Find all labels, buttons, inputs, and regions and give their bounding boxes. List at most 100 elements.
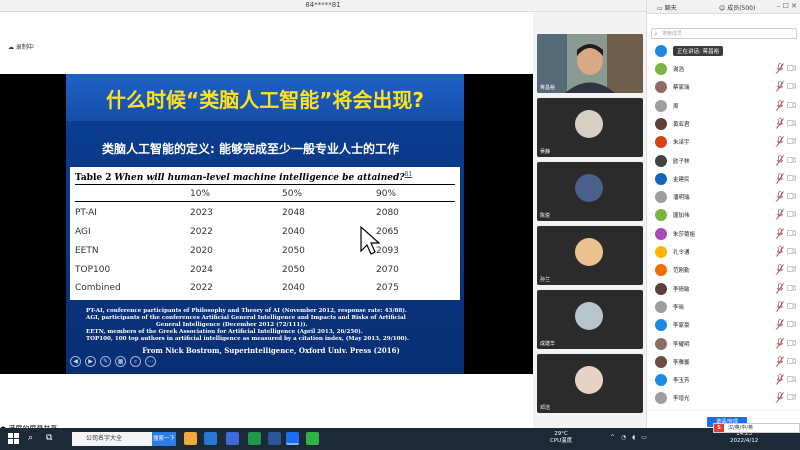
file-explorer-icon[interactable] [184, 432, 197, 445]
mic-muted-icon[interactable] [776, 355, 784, 367]
camera-off-icon[interactable] [787, 210, 796, 218]
member-row[interactable]: 金建民 [647, 170, 800, 188]
member-row[interactable]: 李家豪 [647, 316, 800, 334]
video-tile[interactable]: 成建华 [537, 290, 643, 349]
camera-off-icon[interactable] [787, 265, 796, 273]
mic-muted-icon[interactable] [776, 99, 784, 111]
camera-off-icon[interactable] [787, 247, 796, 255]
mic-muted-icon[interactable] [776, 246, 784, 257]
tray-chevron-icon[interactable]: ^ [610, 434, 617, 441]
tab-members[interactable]: ☺ 成员(500) [719, 3, 755, 12]
camera-off-icon[interactable] [787, 192, 796, 200]
camera-off-icon[interactable] [787, 174, 796, 182]
mic-muted-icon[interactable] [776, 191, 784, 202]
mic-muted-icon[interactable] [776, 172, 784, 184]
taskbar-search-button[interactable]: 搜索一下 [152, 432, 176, 446]
video-tile[interactable]: 吴静 [537, 98, 643, 157]
task-view-icon[interactable]: ⧉ [46, 433, 52, 443]
member-row[interactable]: 唐加伟 [647, 206, 800, 224]
member-row[interactable]: 孔令通 [647, 243, 800, 261]
member-row[interactable]: 周 [647, 97, 800, 115]
camera-off-icon[interactable] [787, 64, 796, 72]
mail-icon[interactable] [204, 432, 217, 445]
wechat-app-icon[interactable] [248, 432, 261, 445]
prev-slide-icon[interactable]: ◀ [70, 356, 81, 367]
sogou-ime-icon[interactable]: S [714, 424, 724, 432]
member-row[interactable]: 谢浩 [647, 60, 800, 78]
member-row[interactable]: 蔡家瑞 [647, 78, 800, 96]
member-row[interactable]: 黄亚君 [647, 115, 800, 133]
pen-icon[interactable]: ✎ [100, 356, 111, 367]
camera-off-icon[interactable] [787, 156, 796, 164]
camera-off-icon[interactable] [787, 82, 796, 90]
volume-icon[interactable]: ◖ [632, 434, 637, 441]
camera-off-icon[interactable] [787, 357, 796, 365]
member-row[interactable]: 范刚勤 [647, 261, 800, 279]
camera-off-icon[interactable] [787, 393, 796, 401]
member-search-input[interactable]: 搜索成员 [651, 28, 797, 39]
member-row[interactable]: 李耀明 [647, 335, 800, 353]
video-tile[interactable]: 陈悦 [537, 162, 643, 221]
screen-share-area[interactable]: 什么时候“类脑人工智能”将会出现? 类脑人工智能的定义: 能够完成至少一般专业人… [0, 74, 533, 374]
mic-muted-icon[interactable] [776, 282, 784, 294]
more-icon[interactable]: ⋯ [145, 356, 156, 367]
camera-off-icon[interactable] [787, 302, 796, 310]
mic-muted-icon[interactable] [776, 374, 784, 385]
recording-indicator[interactable]: ☁ 录制中 [8, 42, 34, 51]
mic-muted-icon[interactable] [776, 337, 784, 349]
camera-off-icon[interactable] [787, 375, 796, 383]
ime-toolbar[interactable]: 汉/英/中/英 [713, 423, 800, 433]
mic-muted-icon[interactable] [776, 117, 784, 129]
camera-off-icon[interactable] [787, 137, 796, 145]
tab-chat[interactable]: ▭ 聊天 [657, 3, 677, 12]
mic-muted-icon[interactable] [776, 63, 784, 74]
next-slide-icon[interactable]: ▶ [85, 356, 96, 367]
member-row[interactable]: 李玉芳 [647, 371, 800, 389]
video-tile[interactable]: 邓洁 [537, 354, 643, 413]
zoom-icon[interactable]: ⌕ [130, 356, 141, 367]
member-row[interactable]: 李增光 [647, 389, 800, 407]
member-row[interactable]: 李雅馨 [647, 353, 800, 371]
maximize-icon[interactable]: ☐ [783, 2, 789, 10]
mic-muted-icon[interactable] [776, 136, 784, 147]
browser-icon[interactable] [226, 432, 239, 445]
mic-muted-icon[interactable] [776, 300, 784, 312]
wechat-icon[interactable] [306, 432, 319, 445]
mic-muted-icon[interactable] [776, 264, 784, 276]
member-row[interactable]: 李晓 [647, 298, 800, 316]
video-tile[interactable]: 孙兰 [537, 226, 643, 285]
camera-off-icon[interactable] [787, 320, 796, 328]
member-row[interactable]: 潘明瑞 [647, 188, 800, 206]
windows-start-icon[interactable] [8, 433, 19, 444]
slides-grid-icon[interactable]: ▦ [115, 356, 126, 367]
close-icon[interactable]: ✕ [791, 2, 797, 10]
mic-muted-icon[interactable] [776, 319, 784, 330]
video-tile-name: 成建华 [540, 341, 556, 347]
camera-off-icon[interactable] [787, 284, 796, 292]
mic-muted-icon[interactable] [776, 154, 784, 166]
camera-off-icon[interactable] [787, 101, 796, 109]
mic-muted-icon[interactable] [776, 227, 784, 239]
tencent-meeting-icon[interactable] [286, 432, 299, 445]
taskbar-search-box[interactable]: 公司名字大全 [72, 432, 152, 446]
camera-off-icon[interactable] [787, 119, 796, 127]
camera-off-icon[interactable] [787, 229, 796, 237]
speaking-member-row[interactable]: 正在讲话: 蒋昌裕 [647, 42, 800, 60]
network-icon[interactable]: ◔ [621, 434, 628, 441]
mic-muted-icon[interactable] [776, 81, 784, 93]
member-row[interactable]: 朱莎蕾姐 [647, 225, 800, 243]
camera-off-icon[interactable] [787, 339, 796, 347]
mic-muted-icon[interactable] [776, 209, 784, 221]
member-row[interactable]: 朱泽宇 [647, 133, 800, 151]
battery-icon[interactable]: ▭ [641, 434, 649, 441]
taskbar-clock[interactable]: 14:23 2022/4/12 [730, 431, 758, 445]
member-row[interactable]: 欧子林 [647, 152, 800, 170]
mic-muted-icon[interactable] [776, 392, 784, 404]
taskbar-search-icon[interactable]: ⌕ [28, 433, 33, 443]
word-icon[interactable] [268, 432, 281, 445]
member-row[interactable]: 李倩敏 [647, 280, 800, 298]
video-tile-speaker[interactable]: 蒋昌裕 [537, 34, 643, 93]
minimize-icon[interactable]: – [777, 2, 781, 10]
weather-widget[interactable]: 29°C CPU温度 [550, 431, 572, 445]
table-footnote-ref[interactable]: 81 [405, 171, 413, 178]
